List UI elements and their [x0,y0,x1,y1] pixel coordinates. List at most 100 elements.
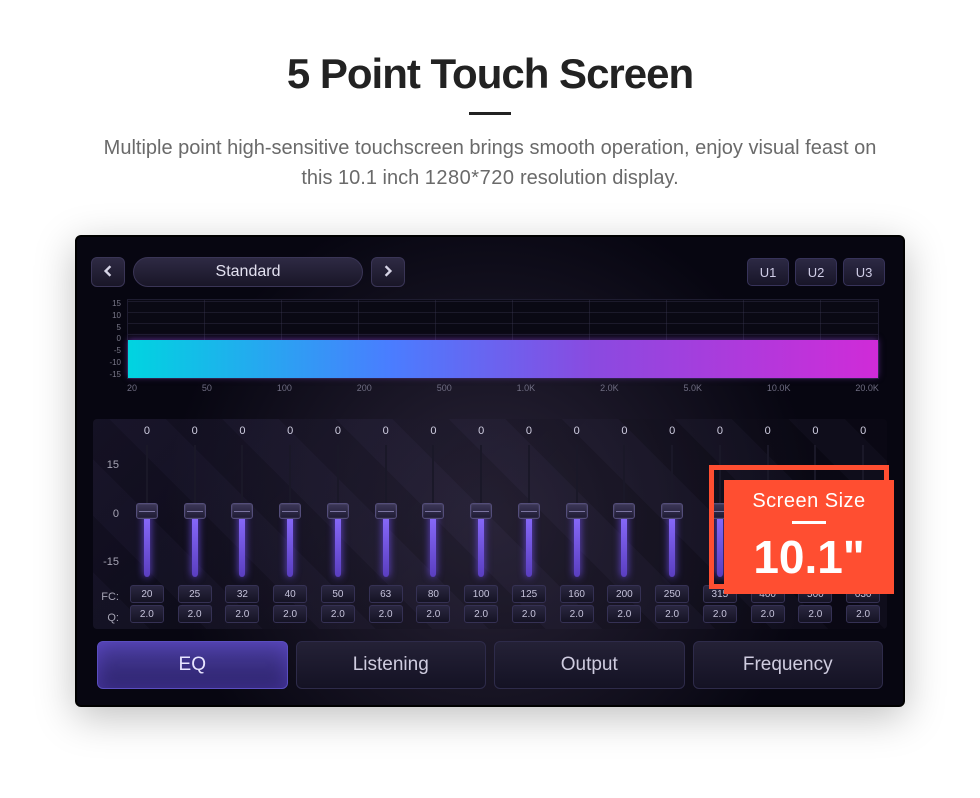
preset-prev-button[interactable] [91,257,125,287]
band-value: 0 [669,425,675,441]
bottom-tabs: EQListeningOutputFrequency [97,641,883,689]
band-value: 0 [192,425,198,441]
slider-thumb[interactable] [470,503,492,519]
spectrum-y-tick: -5 [105,346,121,355]
spectrum-y-tick: 10 [105,311,121,320]
band-slider[interactable] [620,445,628,577]
tab-listening[interactable]: Listening [296,641,487,689]
slider-thumb[interactable] [279,503,301,519]
band-fc[interactable]: 63 [369,585,403,603]
spectrum-x-tick: 100 [277,383,292,393]
eq-band-25: 0 25 2.0 [171,425,219,629]
band-slider[interactable] [477,445,485,577]
slider-thumb[interactable] [613,503,635,519]
band-slider[interactable] [143,445,151,577]
slider-thumb[interactable] [327,503,349,519]
band-slider[interactable] [382,445,390,577]
band-q[interactable]: 2.0 [369,605,403,623]
slider-thumb[interactable] [231,503,253,519]
band-fc[interactable]: 100 [464,585,498,603]
band-fc[interactable]: 200 [607,585,641,603]
user-preset-button-1[interactable]: U1 [747,258,789,286]
band-q[interactable]: 2.0 [560,605,594,623]
band-fc[interactable]: 25 [178,585,212,603]
band-q[interactable]: 2.0 [798,605,832,623]
tab-output[interactable]: Output [494,641,685,689]
band-fc[interactable]: 250 [655,585,689,603]
screen-size-badge: Screen Size 10.1" [709,465,889,589]
user-preset-button-3[interactable]: U3 [843,258,885,286]
spectrum-y-tick: 0 [105,334,121,343]
slider-thumb[interactable] [566,503,588,519]
band-slider[interactable] [238,445,246,577]
eq-band-32: 0 32 2.0 [219,425,267,629]
spectrum-x-tick: 10.0K [767,383,791,393]
band-value: 0 [144,425,150,441]
slider-scale-bot: -15 [93,538,123,586]
band-q[interactable]: 2.0 [703,605,737,623]
band-fc[interactable]: 125 [512,585,546,603]
band-value: 0 [478,425,484,441]
spectrum-y-tick: 15 [105,299,121,308]
badge-divider [792,521,826,524]
band-q[interactable]: 2.0 [273,605,307,623]
slider-scale-top: 15 [93,441,123,489]
band-slider[interactable] [334,445,342,577]
band-slider[interactable] [668,445,676,577]
band-q[interactable]: 2.0 [416,605,450,623]
subtitle-line1: Multiple point high-sensitive touchscree… [104,137,877,159]
band-q[interactable]: 2.0 [130,605,164,623]
spectrum-y-tick: 5 [105,323,121,332]
band-fc[interactable]: 80 [416,585,450,603]
band-q[interactable]: 2.0 [178,605,212,623]
eq-band-50: 0502.0 [314,425,362,629]
eq-band-160: 01602.0 [553,425,601,629]
band-fc[interactable]: 50 [321,585,355,603]
user-preset-button-2[interactable]: U2 [795,258,837,286]
slider-thumb[interactable] [375,503,397,519]
tab-frequency[interactable]: Frequency [693,641,884,689]
band-slider[interactable] [191,445,199,577]
band-slider[interactable] [286,445,294,577]
preset-next-button[interactable] [371,257,405,287]
band-q[interactable]: 2.0 [512,605,546,623]
band-fc[interactable]: 32 [225,585,259,603]
band-q[interactable]: 2.0 [321,605,355,623]
slider-thumb[interactable] [422,503,444,519]
slider-thumb[interactable] [661,503,683,519]
band-q[interactable]: 2.0 [607,605,641,623]
eq-band-63: 0 63 2.0 [362,425,410,629]
fc-label: FC: [93,586,123,607]
band-slider[interactable] [525,445,533,577]
band-value: 0 [860,425,866,441]
spectrum-x-tick: 5.0K [684,383,703,393]
band-fc[interactable]: 160 [560,585,594,603]
eq-band-100: 0 100 2.0 [457,425,505,629]
spectrum-x-tick: 2.0K [600,383,619,393]
preset-name[interactable]: Standard [133,257,363,287]
band-value: 0 [765,425,771,441]
slider-thumb[interactable] [184,503,206,519]
spectrum-x-axis: 20501002005001.0K2.0K5.0K10.0K20.0K [127,383,879,393]
band-value: 0 [526,425,532,441]
spectrum-y-axis: 151050-5-10-15 [105,299,123,379]
tab-eq[interactable]: EQ [97,641,288,689]
band-fc[interactable]: 40 [273,585,307,603]
band-q[interactable]: 2.0 [655,605,689,623]
band-q[interactable]: 2.0 [846,605,880,623]
band-fc[interactable]: 20 [130,585,164,603]
slider-thumb[interactable] [518,503,540,519]
band-slider[interactable] [429,445,437,577]
q-label: Q: [93,608,123,629]
spectrum-y-tick: -15 [105,370,121,379]
band-q[interactable]: 2.0 [751,605,785,623]
spectrum-x-tick: 500 [437,383,452,393]
band-q[interactable]: 2.0 [464,605,498,623]
band-value: 0 [383,425,389,441]
slider-scale-mid: 0 [93,489,123,537]
band-q[interactable]: 2.0 [225,605,259,623]
slider-thumb[interactable] [136,503,158,519]
spectrum-graph[interactable] [127,299,879,379]
band-slider[interactable] [573,445,581,577]
band-value: 0 [239,425,245,441]
